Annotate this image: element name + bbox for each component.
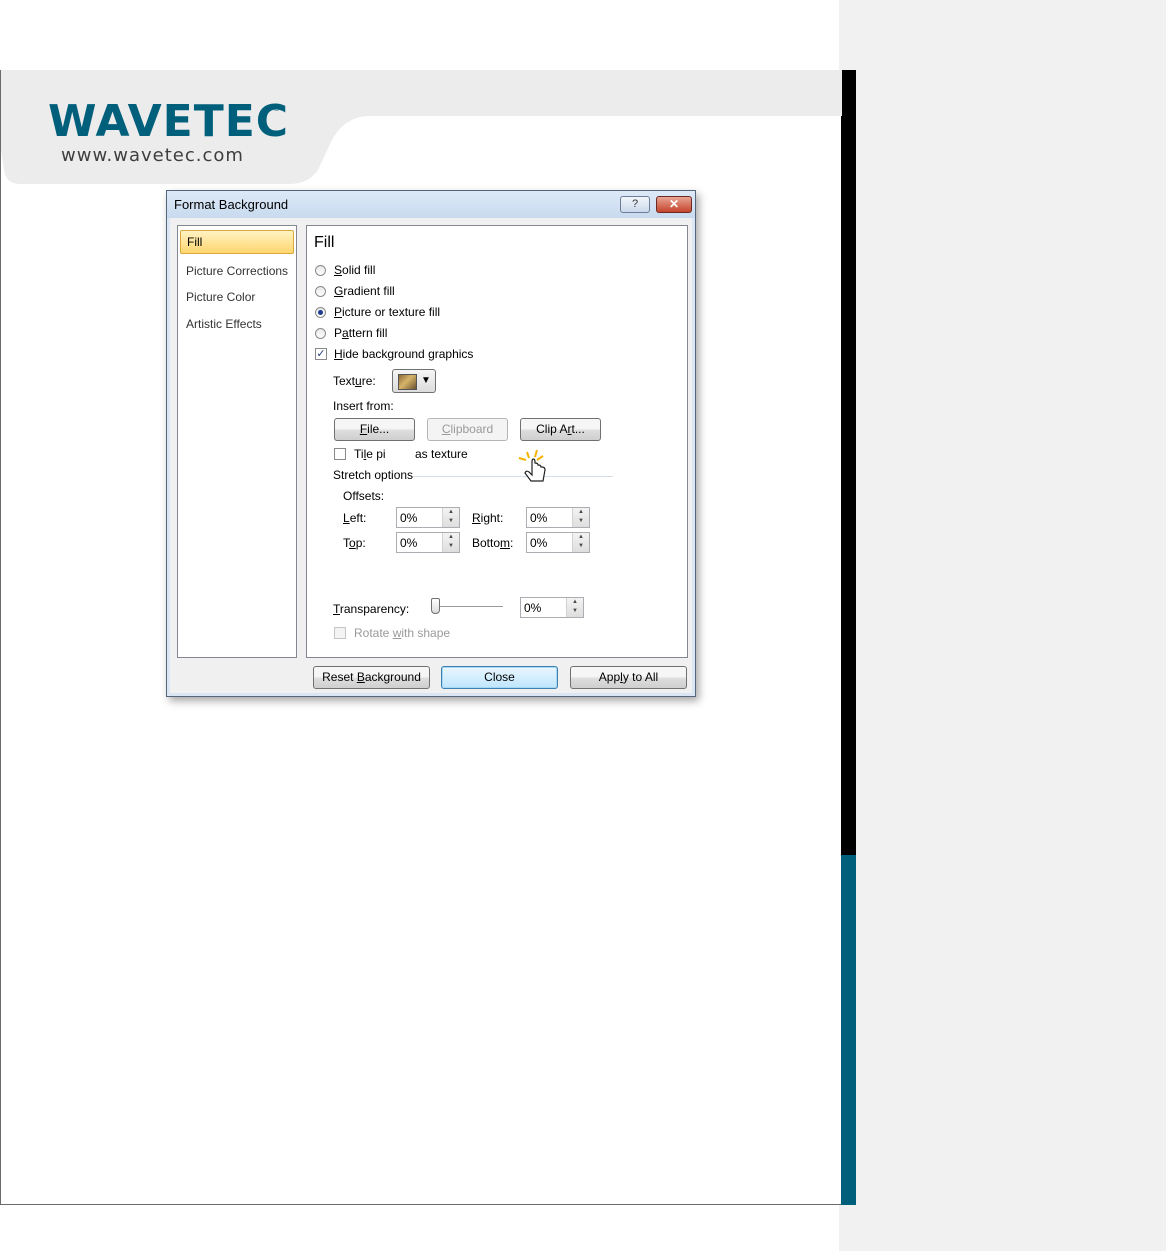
close-button[interactable]: Close — [441, 666, 558, 689]
transparency-slider-thumb[interactable] — [431, 598, 440, 614]
solid-fill-radio[interactable] — [315, 265, 326, 276]
gradient-fill-label[interactable]: Gradient fill — [334, 284, 395, 298]
insert-from-label: Insert from: — [333, 399, 394, 413]
wavetec-logo: WAVETEC — [48, 96, 290, 147]
right-offset-value[interactable]: 0% — [530, 511, 547, 525]
stretch-options-label: Stretch options — [333, 468, 414, 482]
solid-fill-label[interactable]: Solid fill — [334, 263, 375, 277]
registered-mark: ® — [272, 104, 281, 114]
right-offset-spinner[interactable]: 0% ▲ ▼ — [526, 507, 590, 528]
nav-item-picture-color[interactable]: Picture Color — [180, 285, 294, 309]
hand-cursor-icon — [518, 449, 546, 482]
top-offset-spinner[interactable]: 0% ▲ ▼ — [396, 532, 460, 553]
transparency-label: Transparency: — [333, 602, 410, 616]
dialog-title: Format Background — [174, 197, 289, 212]
offsets-label: Offsets: — [343, 489, 385, 503]
tile-picture-label-end[interactable]: as texture — [415, 447, 468, 461]
clipboard-button[interactable]: Clipboard — [427, 418, 508, 441]
page-side-bar-black — [841, 70, 856, 855]
nav-item-fill[interactable]: Fill — [180, 230, 294, 254]
spin-arrows-icon[interactable]: ▲ ▼ — [442, 508, 459, 527]
tile-picture-label-start[interactable]: Tile pi — [354, 447, 386, 461]
bottom-offset-label: Bottom: — [472, 536, 514, 550]
left-offset-spinner[interactable]: 0% ▲ ▼ — [396, 507, 460, 528]
texture-swatch-icon — [398, 374, 417, 390]
transparency-slider-track[interactable] — [433, 606, 503, 608]
bottom-offset-value[interactable]: 0% — [530, 536, 547, 550]
reset-background-button[interactable]: Reset Background — [313, 666, 430, 689]
pattern-fill-label[interactable]: Pattern fill — [334, 326, 387, 340]
left-offset-value[interactable]: 0% — [400, 511, 417, 525]
gradient-fill-radio[interactable] — [315, 286, 326, 297]
help-icon[interactable]: ? — [620, 196, 650, 213]
format-background-dialog: Format Background ? ✕ Fill Picture Corre… — [166, 190, 696, 697]
comment-pane — [839, 0, 1166, 1251]
hide-background-graphics-label[interactable]: Hide background graphics — [334, 347, 473, 361]
nav-item-artistic-effects[interactable]: Artistic Effects — [180, 312, 294, 336]
spin-arrows-icon[interactable]: ▲ ▼ — [566, 598, 583, 617]
top-offset-label: Top: — [343, 536, 366, 550]
bottom-offset-spinner[interactable]: 0% ▲ ▼ — [526, 532, 590, 553]
left-offset-label: Left: — [343, 511, 367, 525]
apply-to-all-button[interactable]: Apply to All — [570, 666, 687, 689]
brand-url: www.wavetec.com — [61, 145, 244, 166]
picture-texture-fill-radio[interactable] — [315, 307, 326, 318]
close-icon[interactable]: ✕ — [656, 196, 692, 213]
fill-panel: Fill Solid fill Gradient fill Picture or… — [306, 225, 688, 658]
transparency-spinner[interactable]: 0% ▲ ▼ — [520, 597, 584, 618]
dialog-titlebar[interactable]: Format Background ? ✕ — [167, 191, 695, 218]
picture-texture-fill-label[interactable]: Picture or texture fill — [334, 305, 440, 319]
chevron-down-icon: ▼ — [421, 375, 431, 386]
rotate-with-shape-label[interactable]: Rotate with shape — [354, 626, 450, 640]
spin-arrows-icon[interactable]: ▲ ▼ — [442, 533, 459, 552]
nav-item-picture-corrections[interactable]: Picture Corrections — [180, 259, 294, 283]
texture-label: Texture: — [333, 374, 376, 388]
page-side-bar-teal — [841, 855, 856, 1205]
transparency-value[interactable]: 0% — [524, 601, 541, 615]
pattern-fill-radio[interactable] — [315, 328, 326, 339]
spin-arrows-icon[interactable]: ▲ ▼ — [572, 508, 589, 527]
hide-background-graphics-checkbox[interactable]: ✓ — [315, 348, 327, 360]
top-offset-value[interactable]: 0% — [400, 536, 417, 550]
dialog-body: Fill Picture Corrections Picture Color A… — [170, 218, 692, 693]
texture-dropdown[interactable]: ▼ — [392, 369, 436, 393]
section-divider — [413, 476, 613, 477]
category-list: Fill Picture Corrections Picture Color A… — [177, 225, 297, 658]
tile-picture-checkbox[interactable] — [334, 448, 346, 460]
clip-art-button[interactable]: Clip Art... — [520, 418, 601, 441]
fill-heading: Fill — [314, 234, 335, 251]
rotate-with-shape-checkbox[interactable] — [334, 627, 346, 639]
file-button[interactable]: File... — [334, 418, 415, 441]
right-offset-label: Right: — [472, 511, 504, 525]
spin-arrows-icon[interactable]: ▲ ▼ — [572, 533, 589, 552]
